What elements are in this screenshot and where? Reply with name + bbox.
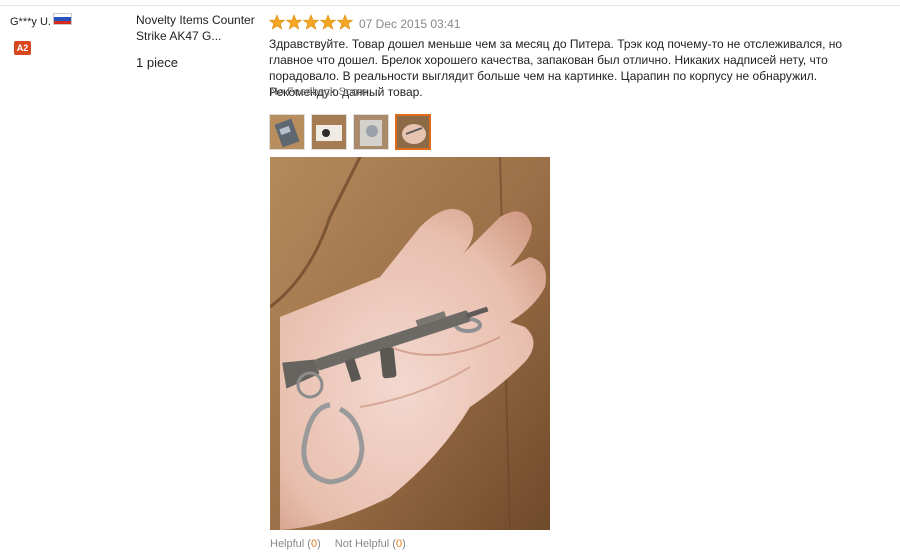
helpful-button[interactable]: Helpful (0) [270, 538, 321, 550]
star-icon [320, 14, 336, 30]
photo-thumbnails [269, 114, 431, 150]
reviewer-name[interactable]: G***y U. [10, 16, 51, 28]
photo-thumbnail-2[interactable] [311, 114, 347, 150]
level-badge: A2 [14, 41, 31, 55]
product-title[interactable]: Novelty Items Counter Strike AK47 G... [136, 12, 261, 44]
photo-thumbnail-1[interactable] [269, 114, 305, 150]
russia-flag-icon [53, 13, 72, 25]
star-icon [286, 14, 302, 30]
photo-thumbnail-3[interactable] [353, 114, 389, 150]
row-divider [0, 5, 900, 6]
not-helpful-label: Not Helpful [334, 538, 390, 550]
feedback-score: No Feedback Score [270, 86, 368, 98]
keychain-in-hand-photo[interactable] [270, 157, 550, 530]
vote-bar: Helpful (0) Not Helpful (0) [270, 538, 406, 550]
not-helpful-button[interactable]: Not Helpful (0) [335, 538, 406, 550]
star-icon [303, 14, 319, 30]
star-icon [269, 14, 285, 30]
star-rating [269, 14, 353, 30]
photo-thumbnail-4[interactable] [395, 114, 431, 150]
product-quantity: 1 piece [136, 55, 178, 70]
star-icon [337, 14, 353, 30]
review-date: 07 Dec 2015 03:41 [359, 17, 461, 31]
helpful-label: Helpful [270, 538, 305, 550]
